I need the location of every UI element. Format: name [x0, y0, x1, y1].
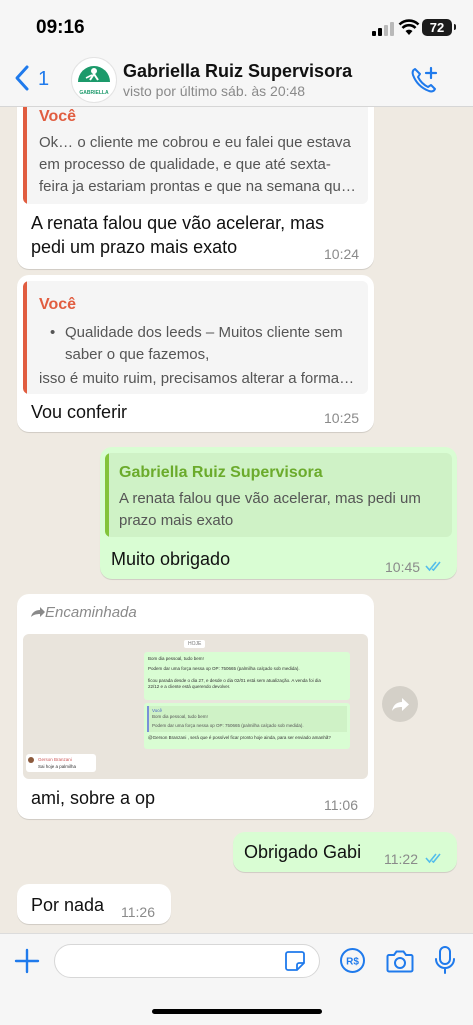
battery-indicator: 72: [422, 19, 456, 36]
message-text-line: A renata falou que vão acelerar, mas: [31, 213, 325, 233]
quote-bar: [23, 281, 27, 394]
thumb-line: Podem dar uma força nessa op OP: 750665 …: [148, 666, 300, 671]
quote-author: Gabriella Ruiz Supervisora: [119, 464, 323, 481]
quote-text-line: Ok… o cliente me cobrou e eu falei que e…: [39, 134, 351, 151]
message-time: 11:06: [324, 797, 358, 813]
pix-payment-icon[interactable]: R$: [339, 947, 366, 974]
quote-text-line: em processo de qualidade, e que até sext…: [39, 156, 331, 173]
chat-header: 1 GABRIELLA Gabriella Ruiz Supervisora v…: [0, 52, 473, 107]
incoming-message[interactable]: Você Ok… o cliente me cobrou e eu falei …: [17, 107, 374, 269]
quote-author: Você: [39, 108, 77, 125]
incoming-message[interactable]: Por nada 11:26: [17, 884, 171, 924]
thumb-incoming-bubble: Gerson Branzani Sai hoje a palmilha: [26, 754, 96, 772]
quote-text-line: isso é muito ruim, precisamos alterar a …: [39, 370, 355, 387]
share-arrow-icon: [392, 698, 409, 711]
thumb-line: ficou parada desde o dia 27, e desde o d…: [148, 678, 321, 683]
wifi-icon: [398, 19, 420, 35]
microphone-icon[interactable]: [434, 945, 456, 975]
read-ticks-icon: [425, 853, 441, 864]
svg-text:R$: R$: [346, 957, 359, 968]
message-composer: R$: [0, 933, 473, 1025]
back-unread-count[interactable]: 1: [38, 68, 49, 91]
message-time: 10:24: [324, 246, 360, 262]
last-seen-status: visto por último sáb. às 20:48: [123, 83, 306, 99]
thumb-quote-line: Bom dia pessoal, tudo bem!: [152, 714, 208, 719]
quoted-message[interactable]: Gabriella Ruiz Supervisora A renata falo…: [105, 453, 452, 537]
sticker-icon[interactable]: [283, 949, 307, 973]
message-time: 10:45: [385, 559, 421, 575]
message-time: 11:22: [384, 851, 418, 867]
quote-author: Você: [39, 296, 77, 313]
quote-bar: [105, 453, 109, 537]
incoming-forwarded-message[interactable]: Encaminhada HOJE Bom dia pessoal, tudo b…: [17, 594, 374, 819]
forwarded-image[interactable]: HOJE Bom dia pessoal, tudo bem! Podem da…: [23, 634, 368, 779]
contact-name[interactable]: Gabriella Ruiz Supervisora: [123, 61, 352, 82]
message-text-line: pedi um prazo mais exato: [31, 237, 238, 257]
quote-text-line: feira ja estariam prontas e que na seman…: [39, 178, 356, 195]
avatar-brand-text: GABRIELLA: [79, 90, 109, 96]
add-call-icon[interactable]: [409, 65, 439, 95]
read-ticks-icon: [425, 561, 441, 572]
quote-bullet: •: [50, 324, 56, 341]
contact-avatar[interactable]: GABRIELLA: [71, 57, 117, 103]
message-text: ami, sobre a op: [31, 788, 156, 808]
quote-text-line: saber o que fazemos,: [65, 346, 210, 363]
status-time: 09:16: [36, 17, 85, 38]
cellular-signal-icon: [372, 22, 394, 36]
quoted-message[interactable]: Você Ok… o cliente me cobrou e eu falei …: [23, 107, 368, 204]
thumb-quote: Você Bom dia pessoal, tudo bem! Podem da…: [147, 706, 347, 732]
status-bar: 09:16 72: [0, 0, 473, 52]
thumb-outgoing-bubble: Bom dia pessoal, tudo bem! Podem dar uma…: [144, 652, 350, 700]
thumb-reply-bubble: Você Bom dia pessoal, tudo bem! Podem da…: [144, 703, 350, 749]
message-input[interactable]: [54, 944, 320, 978]
message-time: 11:26: [121, 904, 155, 920]
message-text: Muito obrigado: [111, 549, 231, 569]
message-list[interactable]: Você Ok… o cliente me cobrou e eu falei …: [0, 107, 473, 933]
outgoing-message[interactable]: Gabriella Ruiz Supervisora A renata falo…: [100, 447, 457, 579]
quoted-message[interactable]: Você • Qualidade dos leeds – Muitos clie…: [23, 281, 368, 394]
incoming-message[interactable]: Você • Qualidade dos leeds – Muitos clie…: [17, 275, 374, 432]
thumb-line: Bom dia pessoal, tudo bem!: [148, 656, 204, 661]
quote-bar: [23, 107, 27, 204]
thumb-reply-text: @Gerson Branzani , será que é possível f…: [148, 735, 331, 740]
thumb-sender-name: Gerson Branzani: [38, 757, 72, 762]
quote-text-line: A renata falou que vão acelerar, mas ped…: [119, 490, 421, 507]
forward-arrow-icon: [31, 607, 45, 617]
message-text: Obrigado Gabi: [244, 842, 362, 862]
back-chevron-icon[interactable]: [12, 64, 32, 92]
share-button[interactable]: [382, 686, 418, 722]
outgoing-message[interactable]: Obrigado Gabi 11:22: [233, 832, 457, 872]
quote-text-line: prazo mais exato: [119, 512, 234, 529]
quote-text-line: Qualidade dos leeds – Muitos cliente sem: [65, 324, 343, 341]
thumb-day-badge: HOJE: [184, 640, 206, 648]
message-text: Vou conferir: [31, 402, 128, 422]
forwarded-label: Encaminhada: [45, 604, 137, 621]
thumb-quote-name: Você: [152, 708, 163, 713]
plus-icon[interactable]: [14, 948, 40, 974]
message-time: 10:25: [324, 410, 360, 426]
camera-icon[interactable]: [386, 948, 414, 974]
thumb-sender-text: Sai hoje a palmilha: [38, 764, 77, 769]
thumb-sender-avatar: [28, 757, 34, 763]
thumb-quote-line: Podem dar uma força nessa op OP: 750665 …: [152, 723, 304, 728]
message-text: Por nada: [31, 895, 105, 915]
thumb-line: 22/12 e a cliente está querendo devolver…: [148, 684, 231, 689]
home-indicator: [152, 1009, 322, 1014]
